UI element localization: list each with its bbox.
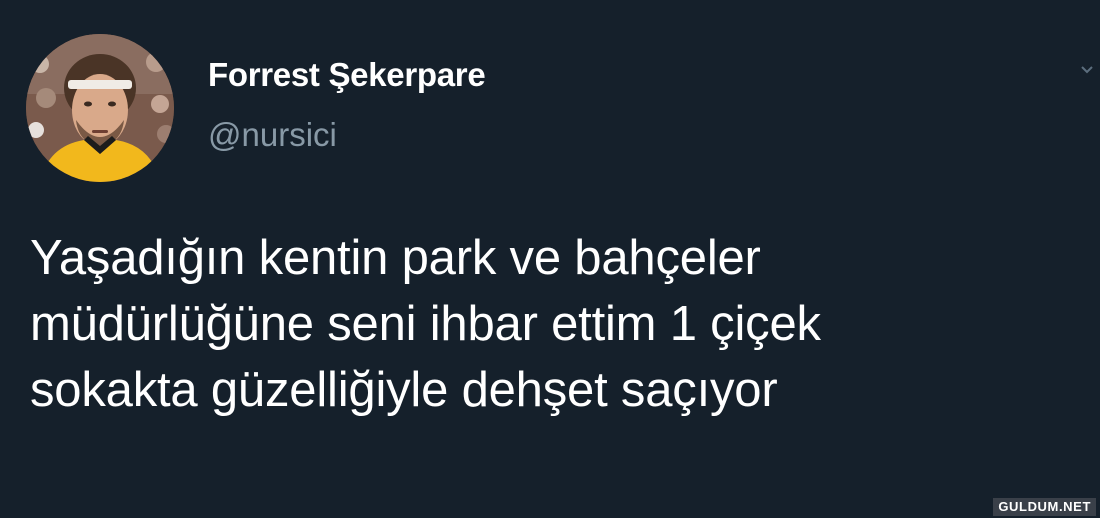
avatar-image [26,34,174,182]
chevron-down-icon[interactable] [1080,62,1094,76]
tweet-text-line: Yaşadığın kentin park ve bahçeler [30,231,761,285]
tweet-card: Forrest Şekerpare @nursici Yaşadığın ken… [0,0,1100,518]
tweet-text-line: sokakta güzelliğiyle dehşet saçıyor [30,363,778,417]
user-handle[interactable]: @nursici [208,116,337,154]
user-avatar[interactable] [26,34,174,182]
display-name[interactable]: Forrest Şekerpare [208,56,486,94]
tweet-text: Yaşadığın kentin park ve bahçeler müdürl… [30,225,1070,423]
site-watermark: GULDUM.NET [993,498,1096,516]
tweet-text-line: müdürlüğüne seni ihbar ettim 1 çiçek [30,297,821,351]
